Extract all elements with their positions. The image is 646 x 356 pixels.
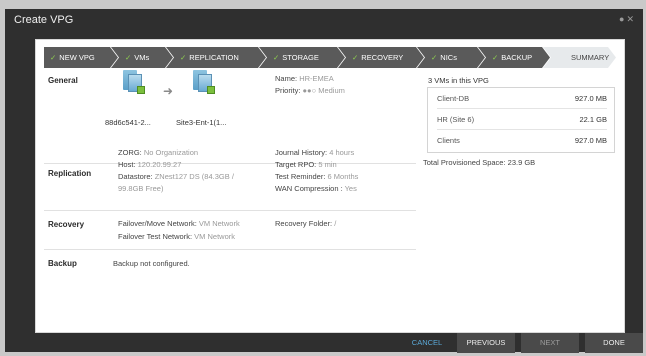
step-vms[interactable]: ✓ VMs: [111, 47, 173, 68]
wizard-panel: ✓ NEW VPG ✓ VMs ✓ REPLICATION ✓ STORAGE ✓ REC…: [35, 39, 625, 333]
target-site-name: Site3-Ent-1(1...: [176, 118, 227, 127]
backup-label: Backup: [48, 259, 77, 268]
dialog-footer: CANCEL PREVIOUS NEXT DONE: [5, 332, 643, 353]
zorg: ZORG: No Organization: [118, 148, 199, 157]
list-item: HR (Site 6) 22.1 GB: [437, 109, 607, 130]
general-label: General: [48, 76, 78, 85]
wan-compression: WAN Compression : Yes: [275, 184, 357, 193]
backup-section: Backup: [44, 250, 416, 276]
check-icon: ✓: [125, 53, 132, 62]
vm-list: Client-DB 927.0 MB HR (Site 6) 22.1 GB Cli…: [427, 87, 615, 153]
cancel-button[interactable]: CANCEL: [402, 333, 452, 353]
vm-count-heading: 3 VMs in this VPG: [428, 76, 489, 85]
next-button[interactable]: NEXT: [521, 333, 579, 353]
vpg-priority: Priority: ●●○ Medium: [275, 86, 345, 95]
step-replication[interactable]: ✓ REPLICATION: [166, 47, 266, 68]
datastore-free: 99.8GB Free): [118, 184, 164, 193]
step-storage[interactable]: ✓ STORAGE: [259, 47, 345, 68]
check-icon: ✓: [431, 53, 438, 62]
host: Host: 120.20.99.27: [118, 160, 182, 169]
step-recovery[interactable]: ✓ RECOVERY: [338, 47, 424, 68]
journal-history: Journal History: 4 hours: [275, 148, 355, 157]
general-section: General: [44, 72, 416, 164]
target-site-icon: [193, 70, 215, 94]
title-bar-icons: ●✕: [619, 14, 636, 25]
recovery-folder: Recovery Folder: /: [275, 219, 337, 228]
check-icon: ✓: [50, 53, 57, 62]
list-item: Clients 927.0 MB: [437, 136, 607, 145]
done-button[interactable]: DONE: [585, 333, 643, 353]
arrow-right-icon: ➜: [163, 84, 174, 98]
failover-network: Failover/Move Network: VM Network: [118, 219, 240, 228]
priority-dots-icon: ●●○: [302, 86, 317, 95]
backup-status: Backup not configured.: [113, 259, 190, 268]
step-new-vpg[interactable]: ✓ NEW VPG: [44, 47, 118, 68]
step-backup[interactable]: ✓ BACKUP: [478, 47, 550, 68]
step-summary[interactable]: SUMMARY: [543, 47, 616, 68]
source-site-icon: [123, 70, 145, 94]
title-bar: Create VPG ●✕: [5, 9, 643, 32]
check-icon: ✓: [352, 53, 359, 62]
check-icon: ✓: [492, 53, 499, 62]
replication-label: Replication: [48, 169, 92, 178]
recovery-section: Recovery: [44, 210, 416, 250]
previous-button[interactable]: PREVIOUS: [457, 333, 515, 353]
test-reminder: Test Reminder: 6 Months: [275, 172, 359, 181]
target-rpo: Target RPO: 5 min: [275, 160, 337, 169]
source-site-name: 88d6c541-2...: [105, 118, 151, 127]
wizard-steps: ✓ NEW VPG ✓ VMs ✓ REPLICATION ✓ STORAGE ✓ REC…: [44, 47, 616, 68]
check-icon: ✓: [180, 53, 187, 62]
recovery-label: Recovery: [48, 220, 85, 229]
datastore: Datastore: ZNest127 DS (84.3GB /: [118, 172, 234, 181]
close-icon[interactable]: ✕: [626, 14, 636, 24]
create-vpg-dialog: Create VPG ●✕ ✓ NEW VPG ✓ VMs ✓ REPLICATION…: [5, 9, 643, 353]
list-item: Client-DB 927.0 MB: [437, 88, 607, 109]
failover-test-network: Failover Test Network: VM Network: [118, 232, 235, 241]
dialog-title: Create VPG: [14, 14, 74, 26]
step-nics[interactable]: ✓ NICs: [417, 47, 485, 68]
total-provisioned-space: Total Provisioned Space: 23.9 GB: [423, 158, 536, 167]
vpg-name: Name: HR-EMEA: [275, 74, 334, 83]
check-icon: ✓: [273, 53, 280, 62]
